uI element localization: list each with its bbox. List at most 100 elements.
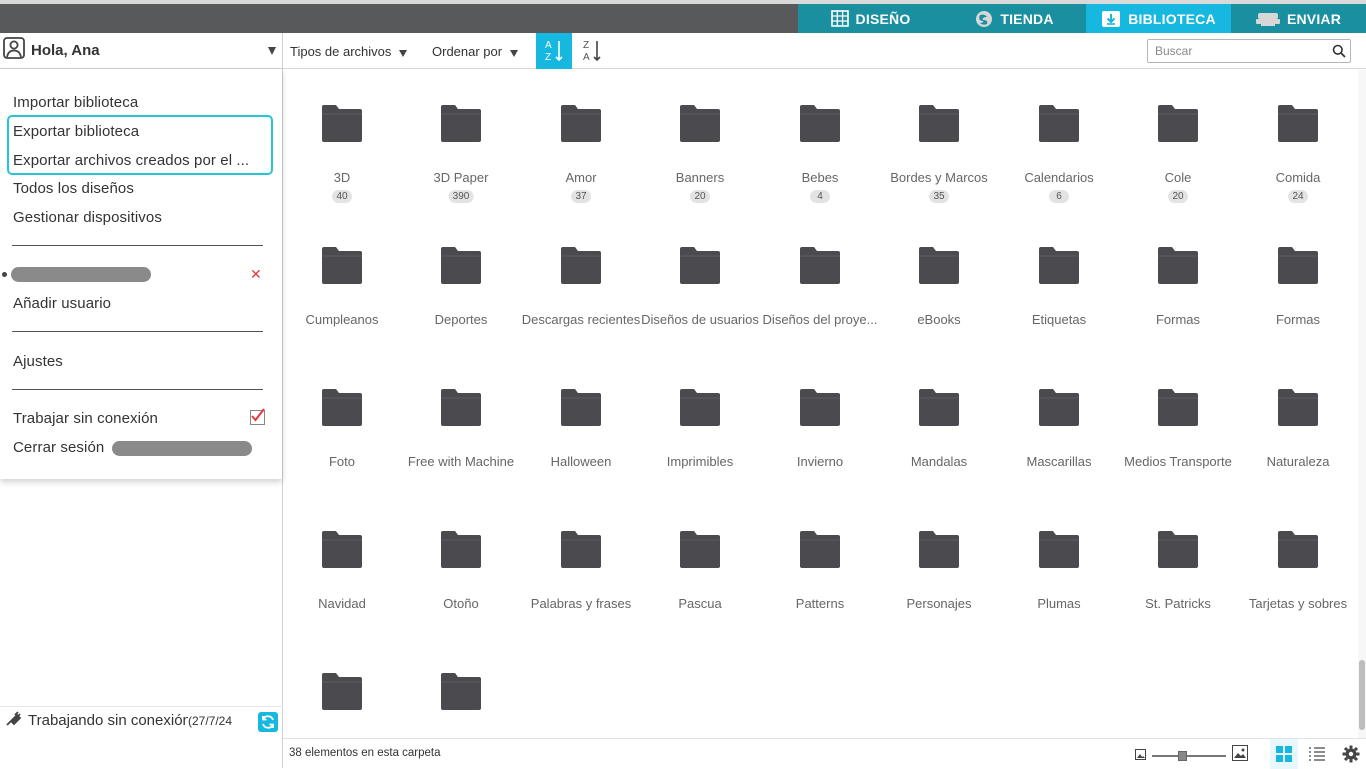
sync-button[interactable] — [258, 712, 278, 732]
folder-icon — [1278, 531, 1318, 568]
redacted-account[interactable] — [11, 267, 151, 282]
folder-item[interactable]: Patterns — [761, 496, 879, 626]
download-icon — [1101, 10, 1121, 28]
settings-button[interactable] — [1337, 739, 1365, 769]
folder-item[interactable] — [283, 638, 401, 738]
folder-item[interactable]: Mandalas — [880, 354, 998, 484]
folder-item[interactable]: Cole 20 — [1119, 70, 1237, 203]
tab-diseno[interactable]: DISEÑO — [798, 4, 943, 33]
folder-icon — [441, 105, 481, 142]
remove-account-icon[interactable]: ✕ — [250, 266, 262, 283]
folder-item[interactable]: Diseños del proye... — [761, 212, 879, 342]
chevron-down-icon — [510, 49, 519, 57]
folder-item[interactable]: Mascarillas — [1000, 354, 1118, 484]
folder-item[interactable]: Plumas — [1000, 496, 1118, 626]
folder-item[interactable]: Foto — [283, 354, 401, 484]
menu-add-user[interactable]: Añadir usuario — [13, 295, 111, 312]
scrollbar-thumb[interactable] — [1359, 660, 1365, 730]
tab-tienda[interactable]: TIENDA — [943, 4, 1086, 33]
library-toolbar: Tipos de archivos Ordenar por AZ ZA — [283, 33, 1366, 69]
folder-item[interactable]: Formas — [1239, 212, 1357, 342]
folder-item[interactable]: Deportes — [402, 212, 520, 342]
folder-icon — [322, 389, 362, 426]
search-icon[interactable] — [1332, 44, 1346, 63]
folder-name: Comida — [1275, 170, 1321, 185]
folder-icon — [322, 531, 362, 568]
folder-item[interactable]: Amor 37 — [522, 70, 640, 203]
folder-item[interactable]: Calendarios 6 — [1000, 70, 1118, 203]
folder-item[interactable]: Formas — [1119, 212, 1237, 342]
folder-item[interactable]: Halloween — [522, 354, 640, 484]
folder-item[interactable] — [402, 638, 520, 738]
folder-item[interactable]: Invierno — [761, 354, 879, 484]
folder-icon — [561, 531, 601, 568]
folder-icon — [800, 389, 840, 426]
menu-divider — [12, 245, 263, 246]
user-dropdown-menu: Importar biblioteca Exportar biblioteca … — [0, 69, 282, 479]
menu-export-library[interactable]: Exportar biblioteca — [13, 123, 139, 140]
menu-all-designs[interactable]: Todos los diseños — [13, 180, 134, 197]
grid-view-button[interactable] — [1270, 739, 1298, 769]
menu-export-user-files[interactable]: Exportar archivos creados por el ... — [13, 152, 249, 169]
folder-icon — [1039, 105, 1079, 142]
menu-manage-devices[interactable]: Gestionar dispositivos — [13, 209, 162, 226]
folder-icon — [441, 531, 481, 568]
sort-a-z-button[interactable]: AZ — [536, 33, 572, 69]
folder-item[interactable]: eBooks — [880, 212, 998, 342]
sort-by-dropdown[interactable]: Ordenar por — [432, 44, 519, 59]
folder-item[interactable]: Naturaleza — [1239, 354, 1357, 484]
folder-count-badge: 20 — [690, 190, 710, 203]
folder-item[interactable]: Cumpleanos — [283, 212, 401, 342]
menu-settings[interactable]: Ajustes — [13, 353, 63, 370]
folder-count-badge: 37 — [571, 190, 591, 203]
folder-item[interactable]: Bebes 4 — [761, 70, 879, 203]
scrollbar[interactable] — [1358, 70, 1366, 738]
file-types-dropdown[interactable]: Tipos de archivos — [290, 44, 408, 59]
folder-icon — [1158, 247, 1198, 284]
folder-item[interactable]: Otoño — [402, 496, 520, 626]
folder-item[interactable]: Imprimibles — [641, 354, 759, 484]
folder-item[interactable]: 3D Paper 390 — [402, 70, 520, 203]
tab-biblioteca[interactable]: BIBLIOTECA — [1086, 4, 1231, 33]
folder-item[interactable]: St. Patricks — [1119, 496, 1237, 626]
large-image-icon[interactable] — [1232, 745, 1248, 766]
folder-icon — [441, 389, 481, 426]
folder-item[interactable]: Free with Machine — [402, 354, 520, 484]
folder-name: Free with Machine — [407, 454, 515, 469]
folder-item[interactable]: Pascua — [641, 496, 759, 626]
folder-item[interactable]: Navidad — [283, 496, 401, 626]
svg-text:A: A — [583, 52, 590, 63]
search-input[interactable] — [1155, 41, 1325, 61]
folder-item[interactable]: Bordes y Marcos 35 — [880, 70, 998, 203]
folder-name: Tarjetas y sobres — [1248, 596, 1348, 611]
sort-z-a-button[interactable]: ZA — [577, 33, 607, 69]
menu-work-offline[interactable]: Trabajar sin conexión — [13, 410, 158, 427]
folder-count-badge: 35 — [929, 190, 949, 203]
tab-biblioteca-label: BIBLIOTECA — [1128, 10, 1216, 27]
menu-logout[interactable]: Cerrar sesión — [13, 439, 104, 456]
slider-knob[interactable] — [1178, 750, 1187, 761]
gear-icon — [1342, 745, 1360, 763]
folder-icon — [322, 105, 362, 142]
folder-item[interactable]: Tarjetas y sobres — [1239, 496, 1357, 626]
sync-icon — [262, 715, 274, 729]
offline-checkbox[interactable] — [250, 408, 265, 425]
folder-item[interactable]: Diseños de usuarios — [641, 212, 759, 342]
folder-item[interactable]: Comida 24 — [1239, 70, 1357, 203]
folder-item[interactable]: Descargas recientes — [522, 212, 640, 342]
folder-item[interactable]: Etiquetas — [1000, 212, 1118, 342]
folder-item[interactable]: Personajes — [880, 496, 998, 626]
list-view-button[interactable] — [1303, 739, 1331, 769]
thumbnail-size-slider[interactable] — [1152, 749, 1226, 763]
tab-enviar[interactable]: ENVIAR — [1231, 4, 1366, 33]
folder-item[interactable]: Palabras y frases — [522, 496, 640, 626]
folder-name: Calendarios — [1024, 170, 1094, 185]
menu-divider — [12, 331, 263, 332]
small-image-icon[interactable] — [1135, 747, 1146, 765]
slider-track — [1152, 754, 1226, 757]
folder-item[interactable]: Medios Transporte — [1119, 354, 1237, 484]
folder-item[interactable]: Banners 20 — [641, 70, 759, 203]
menu-import-library[interactable]: Importar biblioteca — [13, 94, 138, 111]
folder-item[interactable]: 3D 40 — [283, 70, 401, 203]
user-menu-toggle[interactable]: Hola, Ana — [0, 33, 283, 69]
